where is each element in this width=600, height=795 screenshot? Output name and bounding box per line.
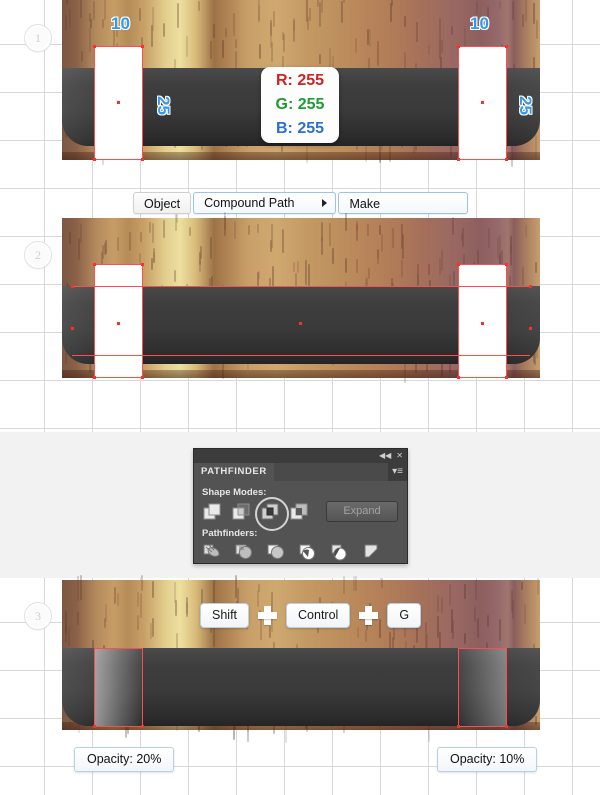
shape-modes-label: Shape Modes: [202,487,267,498]
key-shift[interactable]: Shift [200,603,250,628]
screenshot-stage: 10 10 25 25 R: 255 G: 255 B: 255 Object … [0,0,600,795]
key-control[interactable]: Control [286,603,351,628]
menu-item-make[interactable]: Make [338,192,469,214]
chevron-right-icon [322,199,328,207]
plus-icon [258,606,278,625]
pathfinder-tabrow: PATHFINDER ▾≡ [194,463,407,481]
pathfinders-label: Pathfinders: [202,528,258,539]
dimension-label-right-width: 10 [470,14,489,33]
pathfinder-panel[interactable]: ◀◀ ✕ PATHFINDER ▾≡ Shape Modes: Expand P… [193,448,408,564]
keyboard-shortcut-combo: Shift Control G [200,603,422,628]
step-badge-1: 1 [24,24,52,52]
pathfinder-titlebar: ◀◀ ✕ [194,449,407,463]
pathfinder-merge-icon[interactable] [266,542,286,562]
menu-path-breadcrumb: Object Compound Path Make [133,192,469,214]
pathfinder-outline-icon[interactable] [330,542,350,562]
collapse-icon[interactable]: ◀◀ [379,452,391,460]
knockout-rect-right-step2 [458,264,506,377]
menu-item-compound-path[interactable]: Compound Path [193,192,337,214]
rgb-green-value: G: 255 [275,96,325,113]
shape-mode-intersect-icon[interactable] [255,496,289,531]
rgb-red-value: R: 255 [275,72,325,89]
opacity-callout-left: Opacity: 20% [74,747,175,772]
shape-mode-minus-front-icon[interactable] [231,502,251,522]
knockout-rect-left-step2 [94,264,142,377]
pathfinder-divide-icon[interactable] [202,542,222,562]
panel-menu-icon[interactable]: ▾≡ [388,463,407,481]
pathfinder-minus-back-icon[interactable] [362,542,382,562]
highlight-strip-left [94,648,142,726]
shape-mode-exclude-icon[interactable] [289,502,309,522]
tab-pathfinder[interactable]: PATHFINDER [194,463,274,481]
step-badge-3: 3 [24,602,52,630]
close-icon[interactable]: ✕ [396,452,403,460]
key-g[interactable]: G [387,603,422,628]
highlight-strip-right [458,648,506,726]
tabrow-filler [273,463,389,481]
pathfinder-body: Shape Modes: Expand Pathfinders: [194,481,407,562]
expand-button[interactable]: Expand [326,501,398,522]
shape-modes-row: Expand [202,496,399,531]
dark-bar-step3 [62,648,540,726]
pathfinder-crop-icon[interactable] [298,542,318,562]
pathfinders-row [202,542,399,562]
rgb-color-tooltip: R: 255 G: 255 B: 255 [261,67,339,143]
plus-icon [359,606,379,625]
dimension-label-right-height: 25 [516,96,535,115]
dimension-label-left-width: 10 [111,14,130,33]
selected-indicator-ring [255,496,289,531]
menu-item-object[interactable]: Object [133,192,192,214]
artwork-step-2 [62,212,540,383]
shape-mode-unite-icon[interactable] [202,502,222,522]
opacity-callout-right: Opacity: 10% [437,747,538,772]
dimension-label-left-height: 25 [154,96,173,115]
step-badge-2: 2 [24,241,52,269]
rgb-blue-value: B: 255 [275,120,325,137]
pathfinder-trim-icon[interactable] [234,542,254,562]
menu-item-compound-path-label: Compound Path [204,196,295,210]
